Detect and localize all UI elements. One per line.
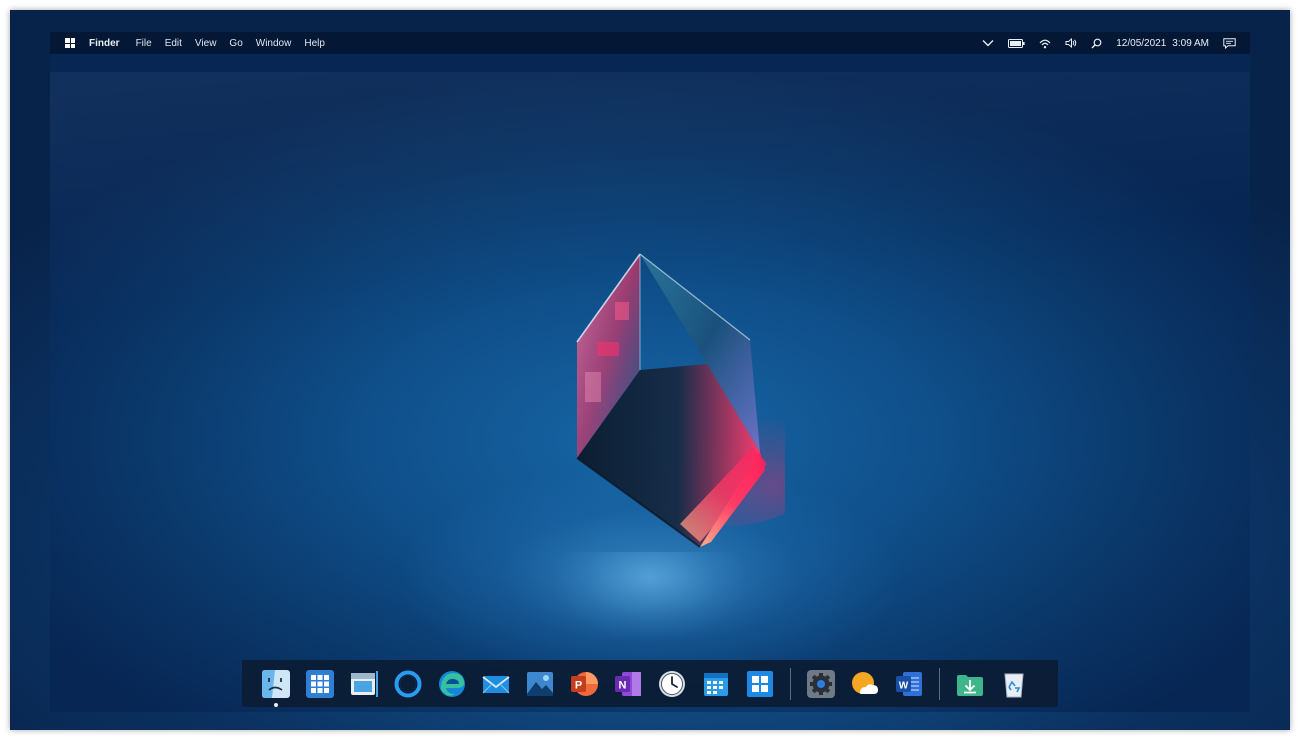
notification-icon[interactable] bbox=[1223, 37, 1236, 49]
running-indicator bbox=[274, 702, 278, 707]
launchpad-icon[interactable] bbox=[305, 669, 335, 699]
svg-text:W: W bbox=[899, 680, 909, 691]
dock: P N W bbox=[242, 660, 1058, 707]
menu-edit[interactable]: Edit bbox=[165, 38, 182, 49]
wifi-icon[interactable] bbox=[1039, 38, 1051, 49]
recycle-bin-icon[interactable] bbox=[999, 669, 1029, 699]
calendar-icon[interactable] bbox=[701, 669, 731, 699]
finder-icon[interactable] bbox=[261, 669, 291, 707]
onenote-icon[interactable]: N bbox=[613, 669, 643, 699]
weather-icon[interactable] bbox=[850, 669, 880, 699]
clock[interactable]: 12/05/2021 3:09 AM bbox=[1116, 38, 1209, 49]
svg-text:N: N bbox=[619, 679, 627, 691]
clock-date: 12/05/2021 bbox=[1116, 37, 1167, 49]
svg-text:P: P bbox=[575, 679, 582, 691]
mail-icon[interactable] bbox=[481, 669, 511, 699]
menu-file[interactable]: File bbox=[136, 38, 152, 49]
battery-icon[interactable] bbox=[1008, 38, 1025, 48]
menu-help[interactable]: Help bbox=[304, 38, 325, 49]
desktop: Finder File Edit View Go Window Help 12/… bbox=[50, 32, 1250, 712]
cortana-icon[interactable] bbox=[393, 669, 423, 699]
clock-icon[interactable] bbox=[657, 669, 687, 699]
file-explorer-icon[interactable] bbox=[349, 669, 379, 699]
volume-icon[interactable] bbox=[1065, 38, 1077, 48]
system-tray: 12/05/2021 3:09 AM bbox=[982, 32, 1250, 54]
chevron-down-icon[interactable] bbox=[982, 39, 994, 47]
dock-separator bbox=[790, 667, 791, 700]
menu-bar: Finder File Edit View Go Window Help 12/… bbox=[50, 32, 1250, 54]
menu-app-name[interactable]: Finder bbox=[89, 38, 120, 49]
powerpoint-icon[interactable]: P bbox=[569, 669, 599, 699]
windows-store-icon[interactable] bbox=[745, 669, 775, 699]
dock-separator bbox=[939, 667, 940, 700]
desktop-window: Finder File Edit View Go Window Help 12/… bbox=[10, 10, 1290, 730]
photos-icon[interactable] bbox=[525, 669, 555, 699]
edge-icon[interactable] bbox=[437, 669, 467, 699]
clock-time: 3:09 AM bbox=[1172, 37, 1209, 49]
word-icon[interactable]: W bbox=[894, 669, 924, 699]
windows-logo-icon[interactable] bbox=[65, 38, 75, 48]
menu-go[interactable]: Go bbox=[229, 38, 242, 49]
wallpaper-cube-image bbox=[576, 253, 785, 548]
search-icon[interactable] bbox=[1091, 38, 1102, 49]
menu-window[interactable]: Window bbox=[256, 38, 292, 49]
downloads-folder-icon[interactable] bbox=[955, 669, 985, 699]
settings-icon[interactable] bbox=[806, 669, 836, 699]
menu-view[interactable]: View bbox=[195, 38, 217, 49]
